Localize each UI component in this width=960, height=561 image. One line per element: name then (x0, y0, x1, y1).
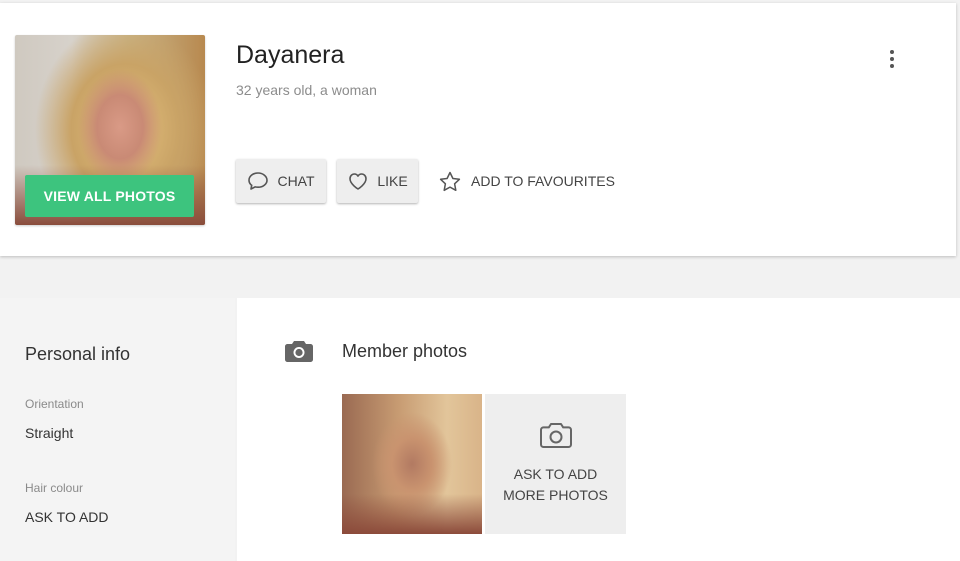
member-photos-panel: Member photos ASK TO ADD MORE PHOTOS (237, 298, 960, 561)
orientation-value: Straight (25, 425, 74, 441)
more-options-icon[interactable] (880, 45, 904, 73)
profile-card: VIEW ALL PHOTOS Dayanera 32 years old, a… (0, 3, 956, 256)
camera-icon (285, 341, 313, 362)
view-all-photos-button[interactable]: VIEW ALL PHOTOS (25, 175, 194, 217)
orientation-label: Orientation (25, 397, 84, 411)
member-photos-title: Member photos (342, 341, 468, 361)
personal-info-title: Personal info (25, 344, 131, 364)
heart-icon (349, 173, 368, 190)
camera-outline-icon (539, 423, 572, 448)
profile-name: Dayanera (236, 41, 345, 69)
star-icon (439, 171, 461, 191)
hair-colour-ask-link[interactable]: ASK TO ADD (25, 509, 109, 525)
personal-info-sidebar: Personal info Orientation Straight Hair … (0, 298, 235, 561)
member-photo-thumbnail[interactable] (342, 394, 482, 534)
add-to-favourites-button[interactable]: ADD TO FAVOURITES (438, 159, 615, 203)
chat-label: CHAT (277, 173, 315, 189)
like-label: LIKE (377, 173, 408, 189)
hair-colour-label: Hair colour (25, 481, 84, 495)
chat-bubble-icon (248, 172, 269, 190)
chat-button[interactable]: CHAT (236, 159, 326, 203)
profile-photo[interactable]: VIEW ALL PHOTOS (15, 35, 205, 225)
favourites-label: ADD TO FAVOURITES (471, 173, 615, 189)
ask-more-photos-label: ASK TO ADD MORE PHOTOS (503, 466, 608, 503)
ask-more-photos-button[interactable]: ASK TO ADD MORE PHOTOS (485, 394, 626, 534)
profile-subtitle: 32 years old, a woman (236, 82, 377, 98)
like-button[interactable]: LIKE (337, 159, 418, 203)
